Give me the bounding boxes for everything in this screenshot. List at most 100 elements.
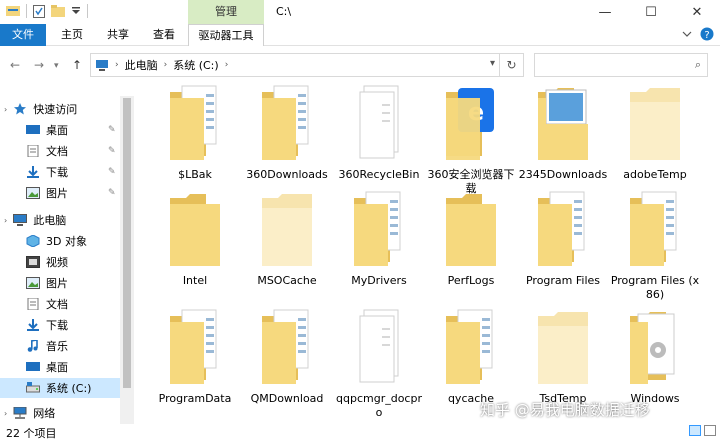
pin-icon[interactable]: ✎ [108, 146, 116, 156]
sidebar-item-downloads[interactable]: 下载 [0, 315, 120, 335]
address-bar[interactable]: › 此电脑 › 系统 (C:) › ▾ ↻ [90, 53, 524, 77]
refresh-icon[interactable]: ↻ [499, 54, 523, 76]
list-item[interactable]: ProgramData [149, 308, 241, 406]
sidebar-item-label: 视频 [46, 256, 68, 269]
sidebar-item-pictures[interactable]: 图片 [0, 183, 120, 203]
up-arrow-icon[interactable]: ↑ [72, 58, 82, 72]
sidebar-item-label: 文档 [46, 145, 68, 158]
desktop-icon [26, 362, 40, 371]
search-input[interactable]: ⌕ [534, 53, 708, 77]
list-item[interactable]: TsdTemp [517, 308, 609, 406]
sidebar-item-drive-c[interactable]: 系统 (C:) [0, 378, 120, 398]
status-bar: 22 个项目 [0, 424, 720, 439]
large-icons-view-icon[interactable] [704, 425, 716, 436]
new-folder-icon[interactable] [51, 5, 65, 17]
breadcrumb-drive-c[interactable]: 系统 (C:) [173, 57, 218, 73]
address-row: ← → ▾ ↑ › 此电脑 › 系统 (C:) › ▾ ↻ ⌕ [0, 46, 720, 84]
list-item[interactable]: QMDownload [241, 308, 333, 406]
properties-icon[interactable] [33, 4, 45, 18]
list-item[interactable]: MSOCache [241, 190, 333, 288]
list-item[interactable]: qycache [425, 308, 517, 406]
list-item[interactable]: 2345Downloads [517, 84, 609, 182]
sidebar-item-downloads[interactable]: 下载 [0, 162, 120, 182]
sidebar-item-this-pc[interactable]: › 此电脑 [0, 210, 120, 230]
file-name: adobeTemp [623, 168, 687, 181]
manage-tab[interactable]: 管理 [188, 0, 264, 24]
customize-dropdown-icon[interactable] [71, 6, 81, 16]
sidebar-item-network[interactable]: › 网络 [0, 403, 120, 423]
folder-icon [425, 308, 517, 386]
file-name: $LBak [178, 168, 212, 181]
folder-icon [241, 84, 333, 162]
list-item[interactable]: Program Files (x86) [609, 190, 701, 302]
maximize-button[interactable]: ☐ [628, 0, 674, 24]
help-icon[interactable]: ? [700, 27, 714, 41]
address-dropdown-icon[interactable]: ▾ [490, 58, 495, 69]
list-item[interactable]: PerfLogs [425, 190, 517, 288]
tab-share[interactable]: 共享 [98, 24, 138, 46]
pictures-icon [26, 187, 40, 199]
breadcrumb-separator-icon[interactable]: › [225, 60, 229, 70]
list-item[interactable]: Windows [609, 308, 701, 406]
list-item[interactable]: adobeTemp [609, 84, 701, 182]
list-item[interactable]: Intel [149, 190, 241, 288]
pin-icon[interactable]: ✎ [108, 125, 116, 135]
chevron-right-icon[interactable]: › [4, 409, 7, 418]
folder-icon [609, 190, 701, 268]
list-item[interactable]: MyDrivers [333, 190, 425, 288]
back-arrow-icon[interactable]: ← [10, 58, 20, 72]
desktop-icon [26, 125, 40, 134]
sidebar-item-label: 图片 [46, 277, 68, 290]
close-button[interactable]: ✕ [674, 0, 720, 24]
list-item[interactable]: Program Files [517, 190, 609, 288]
sidebar-item-3d-objects[interactable]: 3D 对象 [0, 231, 120, 251]
tab-file[interactable]: 文件 [0, 24, 46, 46]
sidebar-item-documents[interactable]: 文档 [0, 141, 120, 161]
list-item[interactable]: qqpcmgr_docpro [333, 308, 425, 420]
recent-dropdown-icon[interactable]: ▾ [54, 61, 59, 71]
pin-icon[interactable]: ✎ [108, 167, 116, 177]
file-name: ProgramData [158, 392, 232, 405]
sidebar-item-music[interactable]: 音乐 [0, 336, 120, 356]
sidebar-item-quick-access[interactable]: › 快速访问 [0, 99, 120, 119]
file-name: Intel [182, 274, 208, 287]
folder-icon [425, 190, 517, 268]
sidebar-item-pictures[interactable]: 图片 [0, 273, 120, 293]
chevron-right-icon[interactable]: › [4, 216, 7, 225]
breadcrumb-this-pc[interactable]: 此电脑 [125, 57, 158, 73]
file-name: MSOCache [257, 274, 317, 287]
list-item[interactable]: 360RecycleBin [333, 84, 425, 182]
minimize-button[interactable]: — [582, 0, 628, 24]
list-item[interactable]: 360Downloads [241, 84, 333, 182]
sidebar-item-videos[interactable]: 视频 [0, 252, 120, 272]
window-icon [6, 6, 20, 16]
file-name: 360RecycleBin [338, 168, 420, 181]
sidebar-scrollbar[interactable] [120, 96, 134, 424]
breadcrumb-separator-icon[interactable]: › [164, 60, 168, 70]
quick-access-toolbar [6, 4, 88, 18]
sidebar-item-desktop[interactable]: 桌面 [0, 120, 120, 140]
star-icon [14, 103, 27, 115]
folder-icon [333, 84, 425, 162]
file-name: QMDownload [250, 392, 324, 405]
network-icon [13, 407, 27, 419]
list-item[interactable]: $LBak [149, 84, 241, 182]
details-view-icon[interactable] [689, 425, 701, 436]
tab-home[interactable]: 主页 [52, 24, 92, 46]
pictures-icon [26, 277, 40, 289]
ribbon: 文件 主页 共享 查看 驱动器工具 ? [0, 24, 720, 47]
sidebar-item-documents[interactable]: 文档 [0, 294, 120, 314]
folder-icon [149, 308, 241, 386]
breadcrumb-separator-icon[interactable]: › [115, 60, 119, 70]
list-item[interactable]: e360安全浏览器下载 [425, 84, 517, 196]
tab-drive-tools[interactable]: 驱动器工具 [188, 24, 264, 47]
chevron-down-icon[interactable] [682, 30, 692, 38]
cube-icon [26, 235, 40, 247]
pin-icon[interactable]: ✎ [108, 188, 116, 198]
chevron-right-icon[interactable]: › [4, 105, 7, 114]
forward-arrow-icon[interactable]: → [34, 58, 44, 72]
svg-text:?: ? [704, 30, 709, 41]
tab-view[interactable]: 查看 [144, 24, 184, 46]
sidebar-scrollbar-thumb[interactable] [123, 98, 131, 388]
sidebar-item-desktop[interactable]: 桌面 [0, 357, 120, 377]
